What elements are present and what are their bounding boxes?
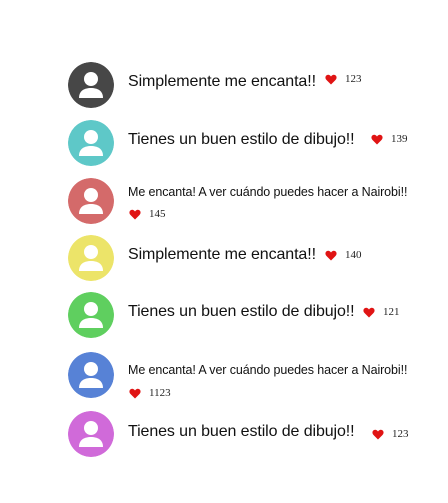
comment-text: Tienes un buen estilo de dibujo!! xyxy=(128,423,355,440)
comment-item: Simplemente me encanta!! 140 xyxy=(68,235,438,281)
like-button[interactable]: 123 xyxy=(325,73,362,85)
comment-text: Tienes un buen estilo de dibujo!! xyxy=(128,131,355,148)
comment-item: Tienes un buen estilo de dibujo!! 123 xyxy=(68,411,438,457)
like-count: 1123 xyxy=(149,387,171,399)
user-avatar-icon[interactable] xyxy=(68,235,114,281)
comment-text: Simplemente me encanta!! xyxy=(128,246,316,263)
heart-icon xyxy=(325,250,337,261)
heart-icon xyxy=(129,388,141,399)
heart-icon xyxy=(129,209,141,220)
comment-text: Me encanta! A ver cuándo puedes hacer a … xyxy=(128,185,408,199)
like-button[interactable]: 139 xyxy=(371,133,408,145)
comment-item: Me encanta! A ver cuándo puedes hacer a … xyxy=(68,352,438,399)
comment-text: Simplemente me encanta!! xyxy=(128,73,316,90)
like-count: 140 xyxy=(345,249,362,261)
like-count: 145 xyxy=(149,208,166,220)
like-button[interactable]: 123 xyxy=(372,428,409,440)
heart-icon xyxy=(325,74,337,85)
user-avatar-icon[interactable] xyxy=(68,62,114,108)
user-avatar-icon[interactable] xyxy=(68,178,114,224)
like-button[interactable]: 140 xyxy=(325,249,362,261)
like-count: 121 xyxy=(383,306,400,318)
comment-item: Simplemente me encanta!! 123 xyxy=(68,62,438,108)
user-avatar-icon[interactable] xyxy=(68,120,114,166)
comment-item: Me encanta! A ver cuándo puedes hacer a … xyxy=(68,178,438,224)
user-avatar-icon[interactable] xyxy=(68,292,114,338)
heart-icon xyxy=(363,307,375,318)
user-avatar-icon[interactable] xyxy=(68,352,114,398)
heart-icon xyxy=(371,134,383,145)
comment-text: Tienes un buen estilo de dibujo!! xyxy=(128,303,355,320)
like-count: 139 xyxy=(391,133,408,145)
like-button[interactable]: 145 xyxy=(129,208,166,220)
like-button[interactable]: 121 xyxy=(363,306,400,318)
user-avatar-icon[interactable] xyxy=(68,411,114,457)
comment-item: Tienes un buen estilo de dibujo!! 139 xyxy=(68,120,438,166)
comment-text: Me encanta! A ver cuándo puedes hacer a … xyxy=(128,363,408,377)
like-count: 123 xyxy=(392,428,409,440)
comment-item: Tienes un buen estilo de dibujo!! 121 xyxy=(68,292,438,338)
like-button[interactable]: 1123 xyxy=(129,387,171,399)
heart-icon xyxy=(372,429,384,440)
like-count: 123 xyxy=(345,73,362,85)
